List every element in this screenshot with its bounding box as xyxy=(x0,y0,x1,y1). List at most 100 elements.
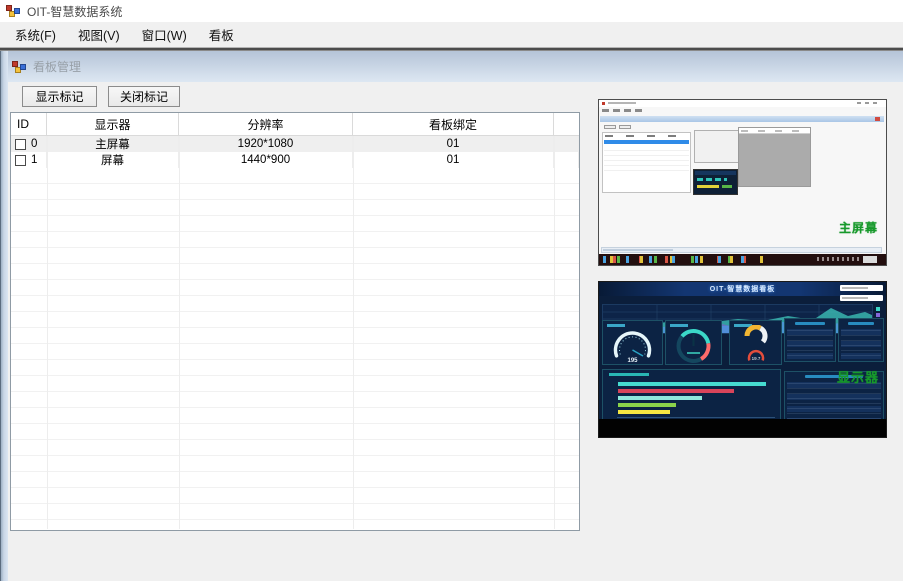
preview-secondary-display[interactable]: OIT-智慧数据看板 xyxy=(598,281,887,438)
title-bar: OIT-智慧数据系统 xyxy=(0,0,903,22)
row-checkbox[interactable] xyxy=(15,155,26,166)
ring-gauge-icon xyxy=(666,324,721,366)
menu-item-view[interactable]: 视图(V) xyxy=(67,21,131,48)
column-header-binding[interactable]: 看板绑定 xyxy=(353,113,554,135)
mini-table-rows xyxy=(604,146,689,171)
cell-resolution: 1920*1080 xyxy=(179,136,353,152)
table-gridline xyxy=(47,136,48,529)
bar-red xyxy=(618,389,734,393)
dashboard-black-strip xyxy=(599,419,886,437)
column-header-filler xyxy=(554,113,579,135)
table-panel-title xyxy=(795,322,825,325)
cell-display: 主屏幕 xyxy=(47,136,179,152)
close-marker-button[interactable]: 关闭标记 xyxy=(108,86,180,107)
mini-app-icon xyxy=(602,102,605,105)
mini-system-tray xyxy=(817,257,859,261)
app-icon-blue-square xyxy=(14,8,20,14)
child-window-icon xyxy=(12,60,26,74)
row-id: 0 xyxy=(31,138,37,150)
mini-light-preview xyxy=(694,130,740,163)
cell-filler xyxy=(554,152,579,168)
legend-purple-swatch xyxy=(876,313,880,317)
table-panel-title xyxy=(848,322,874,325)
svg-text:19.7: 19.7 xyxy=(752,356,761,361)
menu-item-kanban[interactable]: 看板 xyxy=(198,21,245,48)
mini-window-controls xyxy=(857,102,879,104)
mini-selected-row xyxy=(604,140,689,144)
cell-id: 1 xyxy=(11,152,47,168)
column-header-id[interactable]: ID xyxy=(11,113,47,135)
window-title: OIT-智慧数据系统 xyxy=(27,3,122,20)
app-icon xyxy=(6,4,20,18)
mini-gray-window-columns xyxy=(741,130,807,132)
mini-dashboard-green-bar xyxy=(722,185,732,188)
table-panel-rows xyxy=(841,329,881,359)
mini-table xyxy=(602,132,691,193)
mini-button xyxy=(604,125,616,129)
gauge-panel-2 xyxy=(665,320,722,365)
column-header-resolution[interactable]: 分辨率 xyxy=(179,113,353,135)
mini-app-title xyxy=(608,102,636,104)
mini-dashboard-header xyxy=(695,171,736,175)
mini-child-caption xyxy=(600,116,884,122)
display-table: ID 显示器 分辨率 看板绑定 0 主屏幕 1920*1080 01 1 屏幕 … xyxy=(10,112,580,531)
primary-overlay-label: 主屏幕 xyxy=(599,219,878,236)
mini-taskbar-icons xyxy=(603,256,763,263)
mini-gray-window-header xyxy=(739,128,810,134)
table-gridline xyxy=(353,136,354,529)
column-header-display[interactable]: 显示器 xyxy=(47,113,179,135)
mini-clock xyxy=(863,256,877,263)
bar-chart-axis xyxy=(617,417,775,418)
gauge-panel-1: 195 xyxy=(602,320,663,365)
mini-title-bar xyxy=(599,100,886,107)
table-row[interactable]: 0 主屏幕 1920*1080 01 xyxy=(11,136,579,152)
mini-table-header xyxy=(605,135,687,137)
cell-resolution: 1440*900 xyxy=(179,152,353,168)
bar-yellow xyxy=(618,410,670,414)
child-window-caption: 看板管理 xyxy=(0,51,903,82)
mini-dashboard-preview xyxy=(693,169,738,195)
mini-dashboard-yellow-bar xyxy=(697,185,719,188)
cell-filler xyxy=(554,136,579,152)
mini-button xyxy=(619,125,631,129)
mini-gray-window xyxy=(738,127,811,187)
table-empty-area xyxy=(11,168,579,530)
dashboard-table-panel xyxy=(838,318,884,362)
mini-taskbar xyxy=(599,254,886,265)
cell-display: 屏幕 xyxy=(47,152,179,168)
cell-binding: 01 xyxy=(353,136,554,152)
child-icon-blue-square xyxy=(20,64,26,70)
mini-scrollbar xyxy=(601,247,882,253)
mini-scrollbar-thumb xyxy=(603,249,673,251)
dashboard-table-panel xyxy=(784,318,836,362)
row-id: 1 xyxy=(31,154,37,166)
bar-green xyxy=(618,403,676,407)
donut-gauge-icon: 19.7 xyxy=(730,325,781,365)
menu-item-window[interactable]: 窗口(W) xyxy=(131,21,198,48)
dashboard-input-text xyxy=(842,287,868,289)
child-window-title: 看板管理 xyxy=(33,58,81,75)
mini-dashboard-teal-bars xyxy=(697,178,727,181)
legend-teal-swatch xyxy=(876,307,880,311)
dashboard-title: OIT-智慧数据看板 xyxy=(710,284,776,294)
table-panel-rows xyxy=(787,329,833,359)
table-gridline xyxy=(554,136,555,529)
table-header: ID 显示器 分辨率 看板绑定 xyxy=(11,113,579,136)
dashboard-input-text xyxy=(842,297,868,299)
preview-primary-display[interactable]: 主屏幕 xyxy=(598,99,887,266)
dashboard-input-box xyxy=(840,295,883,301)
table-panel-rows xyxy=(787,382,881,419)
child-window-left-border xyxy=(0,51,8,581)
mini-close-icon xyxy=(875,117,880,121)
show-marker-button[interactable]: 显示标记 xyxy=(22,86,97,107)
cell-id: 0 xyxy=(11,136,47,152)
mini-menu-bar xyxy=(602,109,644,112)
menu-item-system[interactable]: 系统(F) xyxy=(4,21,67,48)
table-gridline xyxy=(179,136,180,529)
row-checkbox[interactable] xyxy=(15,139,26,150)
table-row[interactable]: 1 屏幕 1440*900 01 xyxy=(11,152,579,168)
speedometer-gauge-icon: 195 xyxy=(603,325,662,365)
app-window: OIT-智慧数据系统 系统(F) 视图(V) 窗口(W) 看板 看板管理 显示标… xyxy=(0,0,903,581)
cell-binding: 01 xyxy=(353,152,554,168)
svg-text:195: 195 xyxy=(627,358,638,364)
